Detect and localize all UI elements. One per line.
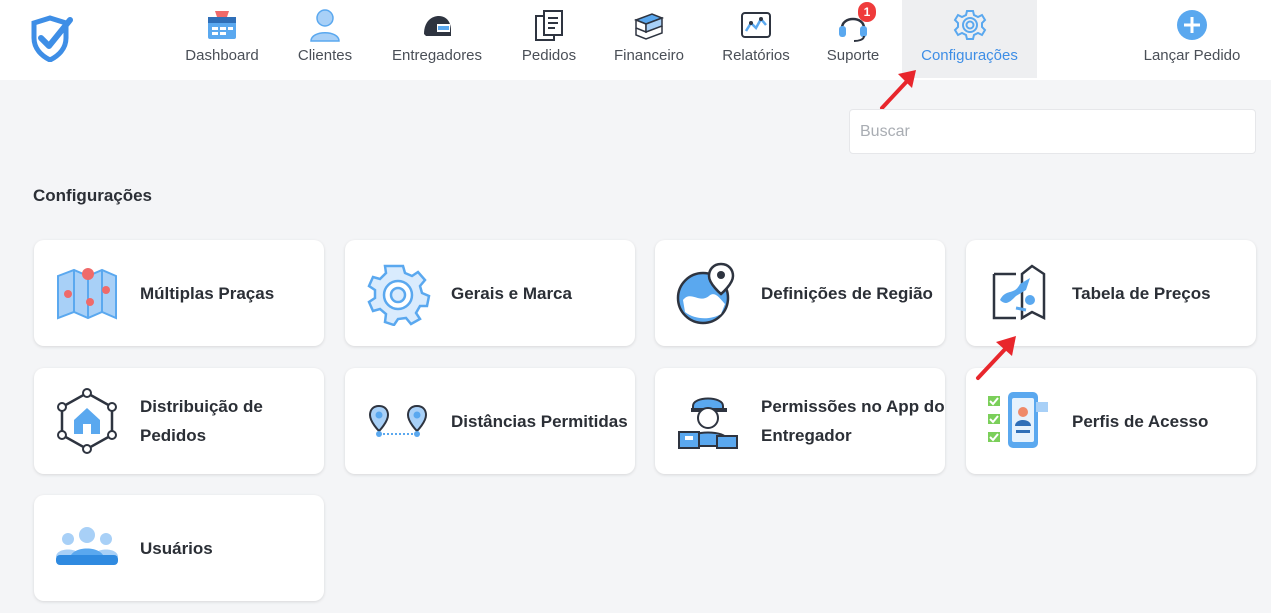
nav-label: Dashboard: [185, 47, 259, 64]
card-gerais-marca[interactable]: Gerais e Marca: [345, 240, 635, 346]
gear-icon: [367, 264, 431, 326]
card-label: Distribuição de Pedidos: [140, 397, 263, 445]
distance-pins-icon: [368, 404, 428, 437]
card-label: Múltiplas Praças: [140, 283, 275, 303]
plus-circle-icon: [1177, 10, 1207, 40]
profile-checklist-icon: [988, 392, 1048, 448]
nav-clientes[interactable]: Clientes: [284, 0, 366, 78]
nav-label: Suporte: [826, 47, 880, 64]
top-navbar: Dashboard Clientes Entregadores Pedidos: [0, 0, 1271, 80]
nav-label: Entregadores: [391, 47, 483, 64]
price-table-icon: [992, 264, 1046, 321]
nav-pedidos[interactable]: Pedidos: [508, 0, 590, 78]
card-permissoes-app-entregador[interactable]: Permissões no App do Entregador: [655, 368, 945, 474]
section-title: Configurações: [33, 186, 153, 205]
gear-icon: [953, 10, 986, 40]
logo-check-icon[interactable]: [30, 14, 74, 62]
courier-icon: [678, 397, 738, 449]
users-group-icon: [56, 527, 118, 565]
map-pins-icon: [57, 268, 117, 320]
card-label: Definições de Região: [761, 283, 933, 303]
launch-order-label: Lançar Pedido: [1143, 47, 1241, 64]
launch-order-button[interactable]: Lançar Pedido: [1128, 0, 1256, 78]
card-distancias-permitidas[interactable]: Distâncias Permitidas: [345, 368, 635, 474]
card-label: Gerais e Marca: [451, 283, 572, 303]
nav-dashboard[interactable]: Dashboard: [170, 0, 274, 78]
search-input[interactable]: [849, 109, 1256, 154]
card-label: Distâncias Permitidas: [451, 411, 628, 431]
nav-label: Configurações: [921, 47, 1018, 64]
chart-icon: [741, 12, 771, 38]
helmet-icon: [424, 16, 451, 36]
orders-icon: [535, 10, 563, 41]
user-icon: [310, 9, 340, 42]
card-distribuicao-pedidos[interactable]: Distribuição de Pedidos: [34, 368, 324, 474]
distribution-icon: [57, 388, 117, 454]
nav-entregadores[interactable]: Entregadores: [376, 0, 498, 78]
card-label: Usuários: [140, 538, 213, 558]
notification-badge: 1: [858, 2, 876, 22]
dashboard-icon: [208, 11, 236, 39]
card-label: Tabela de Preços: [1072, 283, 1211, 303]
headset-icon-wrap: 1: [836, 2, 876, 42]
annotation-arrow-icon: [976, 336, 1016, 380]
card-label: Perfis de Acesso: [1072, 411, 1209, 431]
nav-relatorios[interactable]: Relatórios: [708, 0, 804, 78]
nav-label: Relatórios: [722, 47, 790, 64]
card-label: Permissões no App do Entregador: [761, 397, 945, 445]
region-pin-icon: [676, 262, 735, 325]
nav-label: Clientes: [297, 47, 353, 64]
nav-financeiro[interactable]: Financeiro: [600, 0, 698, 78]
card-multiplas-pracas[interactable]: Múltiplas Praças: [34, 240, 324, 346]
nav-label: Financeiro: [613, 47, 685, 64]
card-usuarios[interactable]: Usuários: [34, 495, 324, 601]
card-definicoes-regiao[interactable]: Definições de Região: [655, 240, 945, 346]
annotation-arrow-icon: [880, 70, 916, 110]
nav-label: Pedidos: [521, 47, 577, 64]
money-icon: [633, 13, 665, 40]
